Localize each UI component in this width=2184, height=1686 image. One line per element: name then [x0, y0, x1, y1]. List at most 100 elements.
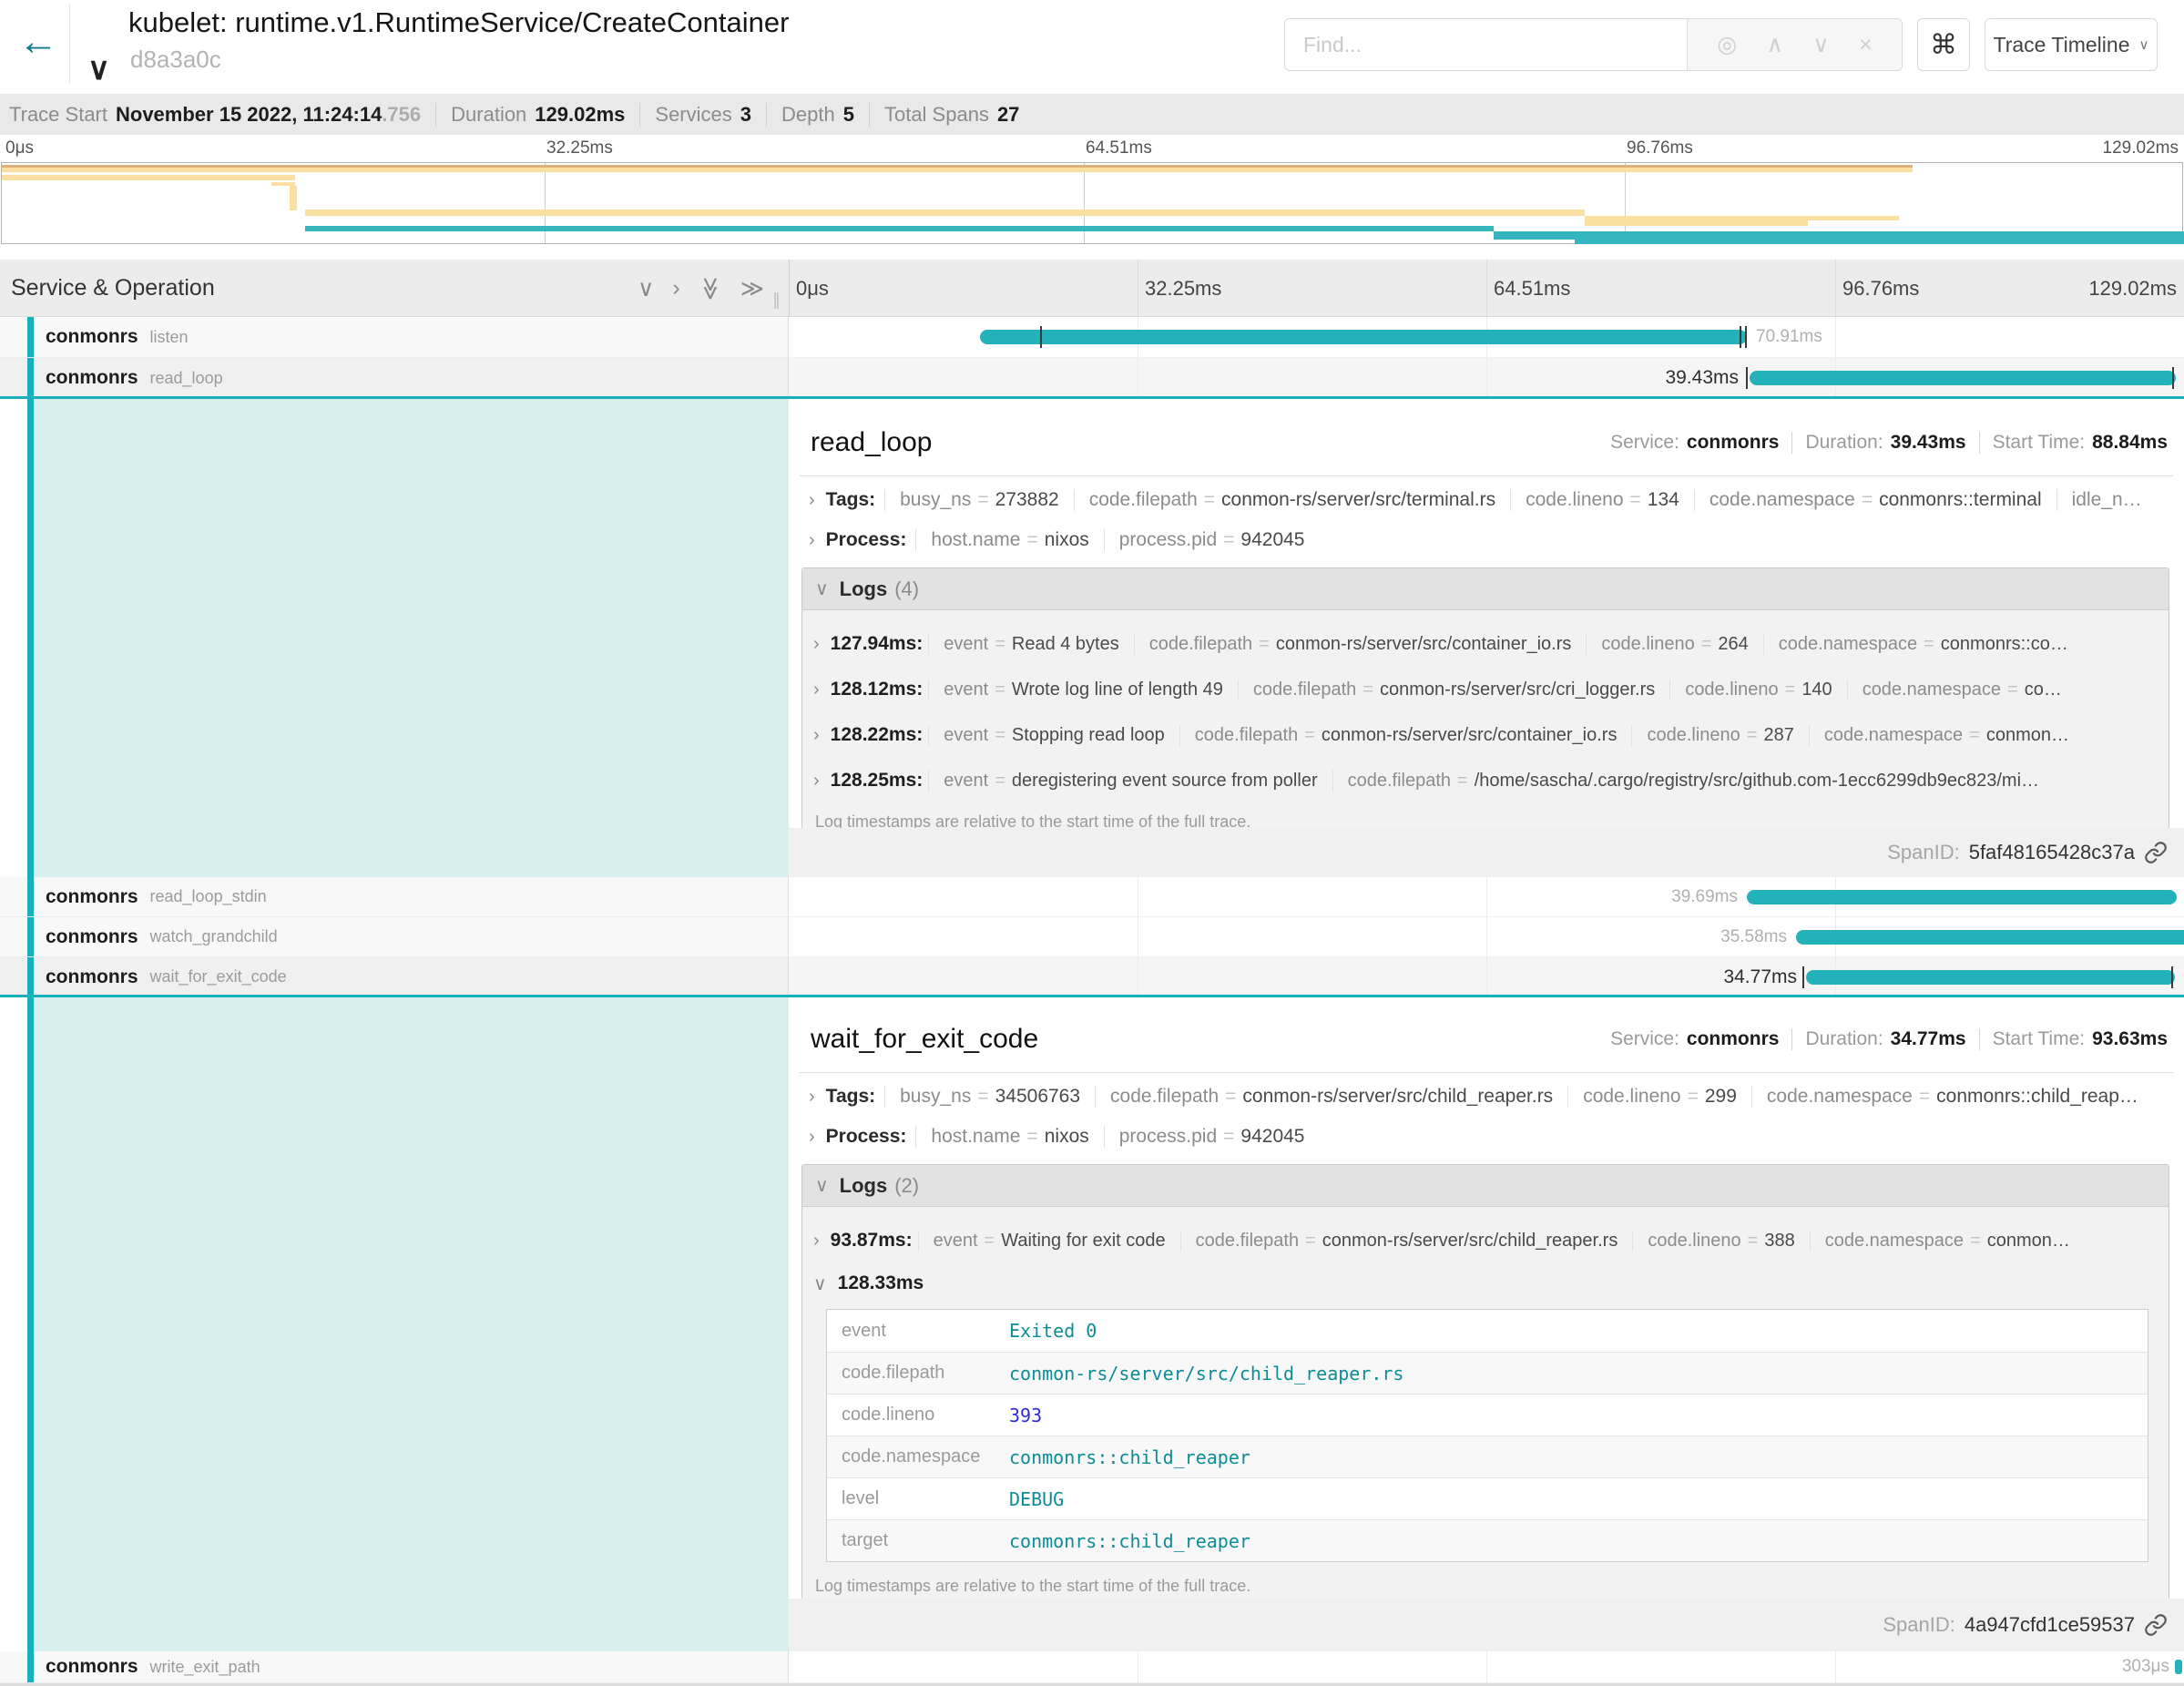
service-name: conmonrs	[46, 326, 138, 348]
axis-tick: 129.02ms	[2088, 260, 2177, 317]
span-row-wait-for-exit-code[interactable]: conmonrs wait_for_exit_code 34.77ms	[0, 957, 2184, 997]
span-name-cell[interactable]: conmonrs listen	[0, 317, 789, 358]
span-timeline-cell[interactable]: 70.91ms	[789, 317, 2184, 358]
table-row: levelDEBUG	[827, 1477, 2148, 1519]
collapse-all-icon[interactable]: ≫	[697, 276, 724, 300]
spanid-label: SpanID:	[1883, 1613, 1955, 1637]
view-selector-button[interactable]: Trace Timeline ∨	[1985, 18, 2158, 71]
span-bar[interactable]	[1747, 890, 2177, 904]
find-input[interactable]	[1285, 19, 1687, 70]
span-detail-title: wait_for_exit_code	[811, 1024, 1038, 1055]
expand-one-icon[interactable]: ›	[672, 275, 679, 301]
clear-search-icon[interactable]: ×	[1859, 32, 1873, 58]
span-duration-label: 70.91ms	[1756, 327, 1822, 347]
services-value: 3	[740, 103, 751, 127]
span-name-cell[interactable]: conmonrs write_exit_path	[0, 1651, 789, 1683]
trace-id: d8a3a0c	[130, 46, 221, 74]
column-resize-handle[interactable]: ∥	[772, 291, 781, 310]
table-row: code.lineno393	[827, 1394, 2148, 1436]
span-bar[interactable]	[1750, 371, 2176, 385]
minimap-span	[1575, 240, 2184, 244]
logs-accordion[interactable]: ∨ Logs (2)	[802, 1165, 2169, 1207]
axis-tick: 0μs	[796, 260, 829, 317]
span-row-listen[interactable]: conmonrs listen 70.91ms	[0, 317, 2184, 358]
find-controls: ◎ ∧ ∨ ×	[1687, 19, 1902, 70]
service-color-bar	[27, 399, 34, 877]
logs-accordion[interactable]: ∨ Logs (4)	[802, 568, 2169, 610]
total-spans-label: Total Spans	[884, 103, 989, 127]
process-label: Process:	[826, 529, 907, 551]
service-color-bar	[27, 1651, 34, 1682]
tags-accordion[interactable]: › Tags: busy_ns=273882 code.filepath=con…	[789, 484, 2184, 516]
tags-accordion[interactable]: › Tags: busy_ns=34506763 code.filepath=c…	[789, 1080, 2184, 1113]
back-button[interactable]: ←	[13, 15, 64, 69]
copy-link-icon[interactable]	[2144, 841, 2168, 864]
trace-minimap[interactable]	[1, 162, 2183, 244]
span-row-read-loop-stdin[interactable]: conmonrs read_loop_stdin 39.69ms	[0, 877, 2184, 917]
copy-link-icon[interactable]	[2144, 1613, 2168, 1637]
process-accordion[interactable]: › Process: host.name=nixos process.pid=9…	[789, 524, 2184, 557]
span-timeline-cell[interactable]: 39.69ms	[789, 877, 2184, 917]
start-time-value: 93.63ms	[2092, 1028, 2168, 1050]
log-entry[interactable]: › 128.25ms: event=deregistering event so…	[813, 758, 2169, 803]
span-duration-label: 34.77ms	[1723, 966, 1797, 988]
span-bar[interactable]	[980, 330, 1747, 344]
span-detail-meta: Service: conmonrs Duration: 39.43ms Star…	[1610, 432, 2168, 454]
summary-separator	[435, 103, 436, 127]
span-bar[interactable]	[1806, 970, 2175, 985]
start-time-label: Start Time:	[1993, 1028, 2086, 1050]
selected-row-underline	[0, 995, 2184, 997]
next-match-icon[interactable]: ∨	[1812, 31, 1829, 58]
span-timeline-cell[interactable]: 39.43ms	[789, 358, 2184, 399]
process-label: Process:	[826, 1126, 907, 1148]
span-detail-content: read_loop Service: conmonrs Duration: 39…	[789, 399, 2184, 877]
span-timeline-cell[interactable]: 35.58ms	[789, 917, 2184, 957]
log-entry-expanded[interactable]: ∨ 128.33ms	[813, 1265, 2169, 1302]
minimap-span	[1808, 216, 1899, 220]
span-name-cell[interactable]: conmonrs read_loop_stdin	[0, 877, 789, 917]
span-name-cell[interactable]: conmonrs watch_grandchild	[0, 917, 789, 957]
gridline	[1486, 358, 1487, 398]
span-bar[interactable]	[1796, 930, 2184, 945]
depth-label: Depth	[781, 103, 835, 127]
keyboard-shortcuts-button[interactable]: ⌘	[1917, 18, 1970, 71]
log-entry[interactable]: › 128.22ms: event=Stopping read loop cod…	[813, 712, 2169, 758]
log-entry[interactable]: › 93.87ms: event=Waiting for exit code c…	[813, 1218, 2169, 1263]
log-marker	[1802, 966, 1804, 988]
log-entry[interactable]: › 128.12ms: event=Wrote log line of leng…	[813, 667, 2169, 712]
process-accordion[interactable]: › Process: host.name=nixos process.pid=9…	[789, 1120, 2184, 1153]
operation-name: read_loop_stdin	[150, 887, 267, 906]
expand-all-icon[interactable]: ≫	[740, 275, 764, 302]
log-marker	[2172, 367, 2174, 389]
total-spans-value: 27	[997, 103, 1019, 127]
column-divider	[789, 260, 790, 316]
log-entry[interactable]: › 127.94ms: event=Read 4 bytes code.file…	[813, 621, 2169, 667]
span-timeline-cell[interactable]: 303μs	[789, 1651, 2184, 1683]
chevron-right-icon: ›	[813, 771, 820, 792]
span-row-write-exit-path[interactable]: conmonrs write_exit_path 303μs	[0, 1651, 2184, 1683]
span-name-cell[interactable]: conmonrs read_loop	[0, 358, 789, 399]
jaeger-trace-view: ← ∨ kubelet: runtime.v1.RuntimeService/C…	[0, 0, 2184, 1686]
prev-match-icon[interactable]: ∧	[1767, 31, 1783, 58]
span-name-cell[interactable]: conmonrs wait_for_exit_code	[0, 957, 789, 997]
find-group: ◎ ∧ ∨ ×	[1284, 18, 1903, 71]
chevron-down-icon[interactable]: ∨	[87, 51, 110, 87]
axis-tick: 64.51ms	[1494, 260, 1570, 317]
meta-separator	[1791, 432, 1792, 454]
logs-count: (4)	[894, 577, 919, 601]
service-name: conmonrs	[46, 926, 138, 948]
summary-separator	[639, 103, 640, 127]
span-row-read-loop[interactable]: conmonrs read_loop 39.43ms	[0, 358, 2184, 399]
span-row-watch-grandchild[interactable]: conmonrs watch_grandchild 35.58ms	[0, 917, 2184, 957]
trace-start-label: Trace Start	[9, 103, 107, 127]
span-bar[interactable]	[2175, 1660, 2182, 1674]
span-detail-read-loop: read_loop Service: conmonrs Duration: 39…	[0, 399, 2184, 877]
target-icon[interactable]: ◎	[1717, 31, 1737, 58]
span-detail-title: read_loop	[811, 427, 932, 458]
collapse-one-icon[interactable]: ∨	[638, 275, 654, 302]
log-marker	[1740, 326, 1741, 348]
span-timeline-cell[interactable]: 34.77ms	[789, 957, 2184, 997]
table-row: code.namespaceconmonrs::child_reaper	[827, 1436, 2148, 1477]
chevron-down-icon: ∨	[815, 577, 829, 600]
span-detail-wait-for-exit-code: wait_for_exit_code Service: conmonrs Dur…	[0, 997, 2184, 1651]
